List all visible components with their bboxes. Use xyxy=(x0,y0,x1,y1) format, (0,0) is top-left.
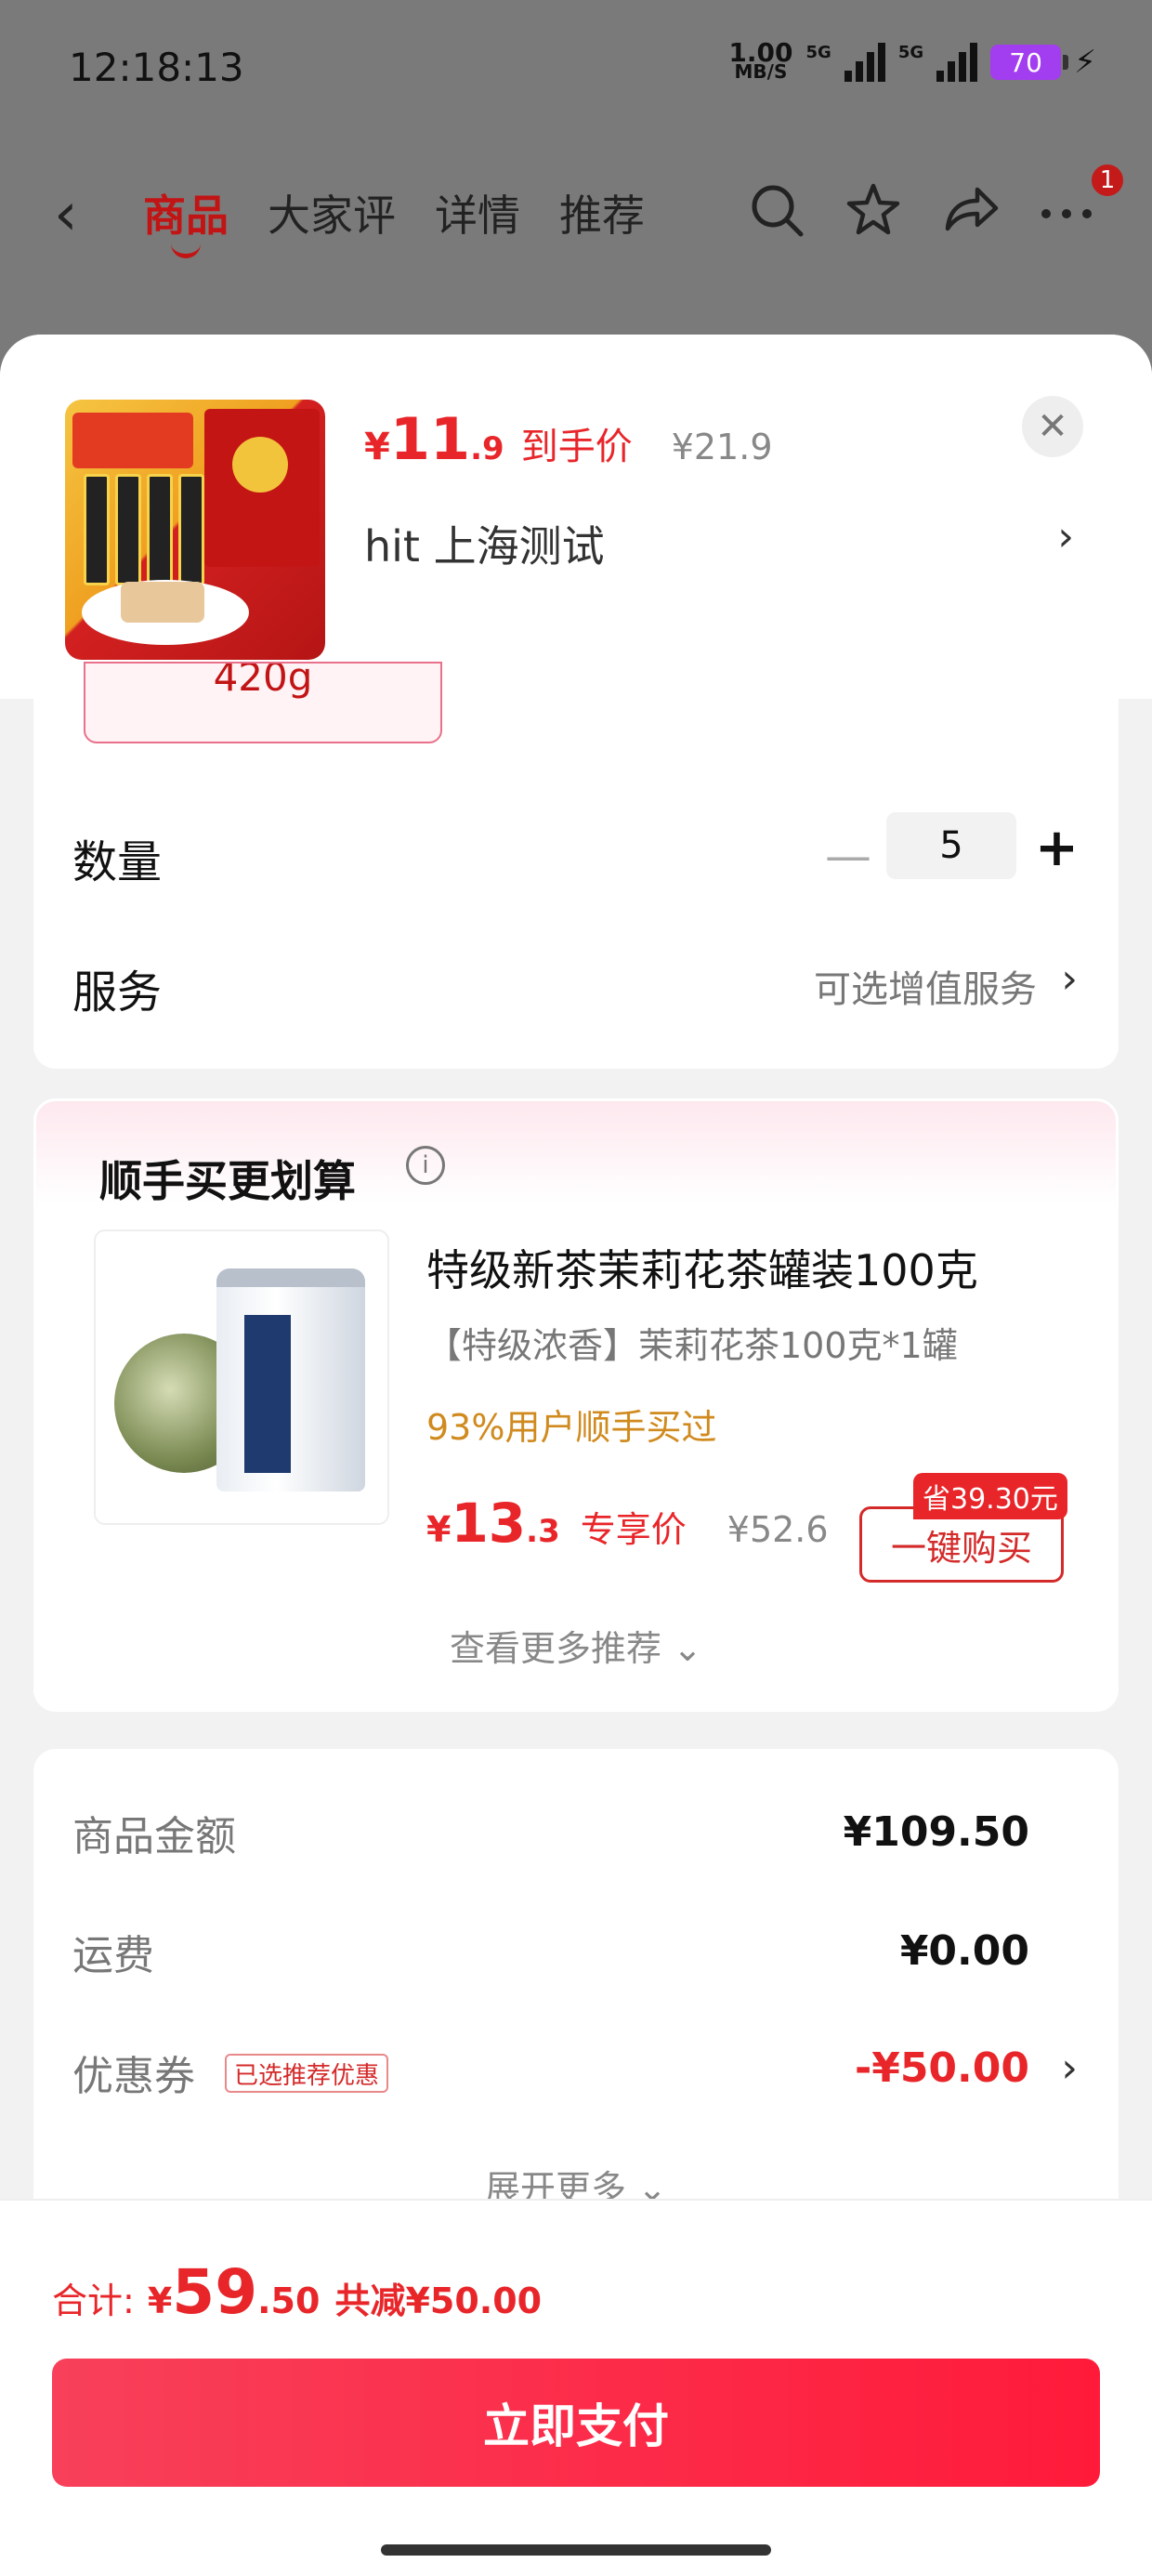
summary-value-coupon[interactable]: -¥50.00 xyxy=(855,2044,1029,2092)
product-image xyxy=(65,400,325,660)
recommend-item-image[interactable] xyxy=(94,1229,389,1525)
share-icon[interactable] xyxy=(940,180,1000,253)
nav-tabs: 商品 大家评 详情 推荐 xyxy=(143,182,645,258)
recommend-price-decimal: .3 xyxy=(526,1513,560,1550)
product-candy xyxy=(121,582,204,623)
price-label: 到手价 xyxy=(520,426,633,468)
tab-recommend[interactable]: 推荐 xyxy=(559,182,645,243)
pay-now-button[interactable]: 立即支付 xyxy=(52,2359,1100,2487)
delivery-address[interactable]: hit 上海测试 xyxy=(364,513,605,574)
product-box xyxy=(204,409,320,567)
battery-icon: 70 xyxy=(990,45,1069,80)
summary-value-goods: ¥109.50 xyxy=(843,1808,1029,1856)
service-label: 服务 xyxy=(72,966,163,1019)
original-price: ¥21.9 xyxy=(671,427,773,467)
summary-value-shipping: ¥0.00 xyxy=(899,1927,1029,1975)
price-integer: 11 xyxy=(389,405,471,473)
back-icon[interactable]: ‹ xyxy=(54,180,78,249)
status-bar: 12:18:13 1.00 MB/S 5G 5G 70 ⚡ xyxy=(0,0,1152,130)
sheet-header: ¥ 11 .9 到手价 ¥21.9 hit 上海测试 › ✕ xyxy=(0,335,1152,699)
star-icon[interactable] xyxy=(844,180,903,253)
home-indicator[interactable] xyxy=(381,2544,771,2556)
signal-icon xyxy=(936,43,978,82)
recommend-item-rate: 93%用户顺手买过 xyxy=(426,1407,717,1448)
info-icon[interactable]: i xyxy=(406,1146,445,1185)
summary-label-coupon: 优惠券 xyxy=(72,2053,195,2100)
notification-badge: 1 xyxy=(1089,162,1126,199)
price-currency: ¥ xyxy=(364,426,390,468)
charging-icon: ⚡ xyxy=(1074,44,1096,81)
recommend-price-row: ¥ 13 .3 专享价 ¥52.6 xyxy=(426,1492,829,1555)
tab-details[interactable]: 详情 xyxy=(435,182,520,243)
spec-quantity-card: 420g 数量 — 5 + 服务 可选增值服务 › xyxy=(33,662,1119,1069)
spec-option-label: 420g xyxy=(213,662,313,700)
recommend-price-currency: ¥ xyxy=(426,1509,452,1550)
coupon-tag: 已选推荐优惠 xyxy=(225,2054,389,2093)
total-currency: ¥ xyxy=(147,2280,173,2321)
tea-can xyxy=(216,1268,365,1492)
tab-reviews[interactable]: 大家评 xyxy=(268,182,396,243)
nav-icons xyxy=(747,180,1096,253)
status-time: 12:18:13 xyxy=(69,45,244,90)
net-speed-unit: MB/S xyxy=(734,60,788,83)
recommend-price-integer: 13 xyxy=(451,1492,527,1555)
quantity-increase-button[interactable]: + xyxy=(1035,818,1079,878)
recommend-price-label: 专享价 xyxy=(580,1509,687,1550)
total-row: 合计: ¥ 59 .50 共减¥50.00 xyxy=(52,2256,542,2328)
chevron-right-icon[interactable]: › xyxy=(1061,2044,1078,2092)
bottom-bar: 合计: ¥ 59 .50 共减¥50.00 立即支付 xyxy=(0,2199,1152,2576)
see-more-recommend-link[interactable]: 查看更多推荐 ⌄ xyxy=(36,1620,1116,1671)
close-icon[interactable]: ✕ xyxy=(1022,396,1083,457)
checkout-sheet: ¥ 11 .9 到手价 ¥21.9 hit 上海测试 › ✕ 420g 数量 —… xyxy=(0,335,1152,2576)
net-speed-value: 1.00 xyxy=(728,37,793,68)
service-value[interactable]: 可选增值服务 xyxy=(814,959,1037,1013)
net-speed: 1.00 MB/S xyxy=(728,37,793,83)
product-sticks xyxy=(84,474,204,585)
chevron-right-icon[interactable]: › xyxy=(1061,955,1078,1003)
total-decimal: .50 xyxy=(257,2280,321,2321)
product-pack-label xyxy=(72,413,193,468)
total-integer: 59 xyxy=(172,2256,258,2328)
quantity-label: 数量 xyxy=(72,836,163,888)
spec-option[interactable]: 420g xyxy=(84,662,442,743)
signal-label-1: 5G xyxy=(805,43,831,62)
more-icon[interactable] xyxy=(1037,180,1096,253)
save-badge: 省39.30元 xyxy=(913,1473,1067,1519)
recommend-card: 顺手买更划算 i 特级新茶茉莉花茶罐装100克 【特级浓香】茉莉花茶100克*1… xyxy=(33,1098,1119,1712)
recommend-item-name[interactable]: 特级新茶茉莉花茶罐装100克 xyxy=(426,1237,978,1298)
tea-can-label xyxy=(244,1315,291,1473)
price-decimal: .9 xyxy=(470,430,504,467)
top-nav: ‹ 商品 大家评 详情 推荐 1 xyxy=(0,162,1152,260)
summary-label-goods: 商品金额 xyxy=(72,1813,236,1860)
status-indicators: 1.00 MB/S 5G 5G 70 ⚡ xyxy=(728,37,1096,83)
quantity-decrease-button[interactable]: — xyxy=(825,829,871,883)
tab-goods[interactable]: 商品 xyxy=(143,182,229,258)
chevron-right-icon[interactable]: › xyxy=(1057,513,1074,560)
recommend-title: 顺手买更划算 xyxy=(99,1156,356,1206)
total-saved: 共减¥50.00 xyxy=(334,2280,543,2321)
order-summary-card: 商品金额 ¥109.50 运费 ¥0.00 优惠券 已选推荐优惠 -¥50.00… xyxy=(33,1749,1119,2232)
recommend-original-price: ¥52.6 xyxy=(727,1509,829,1550)
total-label: 合计: xyxy=(52,2280,135,2321)
recommend-item-spec: 【特级浓香】茉莉花茶100克*1罐 xyxy=(426,1325,958,1366)
quantity-input[interactable]: 5 xyxy=(886,812,1016,879)
summary-label-shipping: 运费 xyxy=(72,1932,154,1979)
signal-icon xyxy=(844,43,885,82)
signal-label-2: 5G xyxy=(897,43,924,62)
search-icon[interactable] xyxy=(747,180,806,253)
product-price-row: ¥ 11 .9 到手价 ¥21.9 xyxy=(364,405,773,473)
